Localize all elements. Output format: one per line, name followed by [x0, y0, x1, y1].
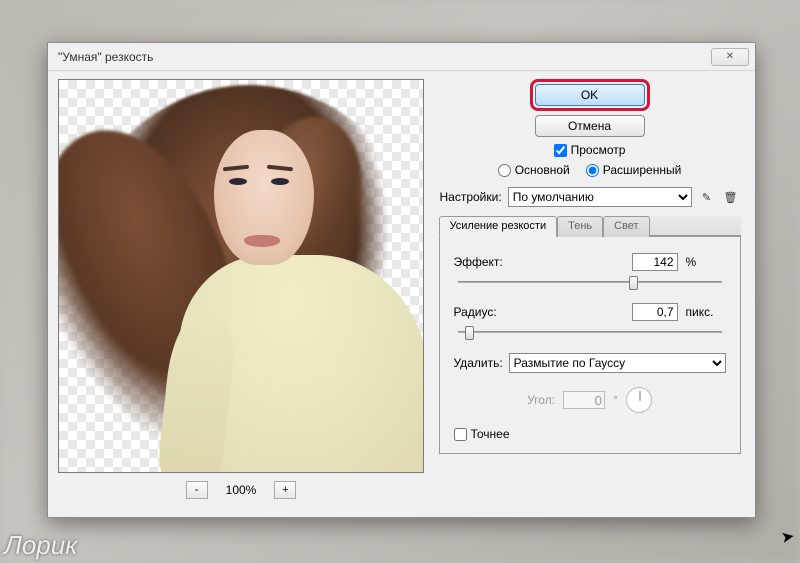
close-icon: ✕: [726, 51, 734, 62]
minus-icon: -: [195, 484, 199, 496]
slider-track: [458, 281, 722, 283]
amount-unit: %: [686, 255, 726, 269]
dialog-body: - 100% + OK Отмена Просмотр: [48, 71, 755, 517]
cancel-button-label: Отмена: [568, 119, 611, 133]
slider-track: [458, 331, 722, 333]
mode-basic-radio[interactable]: [498, 164, 511, 177]
radius-row: Радиус: пикс.: [454, 303, 726, 321]
tab-highlight[interactable]: Свет: [603, 216, 649, 237]
trash-icon: 🗑: [724, 191, 738, 204]
tab-bar: Усиление резкости Тень Свет: [439, 215, 741, 237]
angle-label: Угол:: [527, 393, 555, 407]
tab-fill: [650, 215, 741, 236]
remove-dropdown[interactable]: Размытие по Гауссу: [509, 353, 726, 373]
amount-row: Эффект: %: [454, 253, 726, 271]
tab-content-sharpen: Эффект: % Радиус: пикс.: [439, 237, 741, 454]
ok-button[interactable]: OK: [535, 84, 645, 106]
amount-label: Эффект:: [454, 255, 526, 269]
titlebar[interactable]: "Умная" резкость ✕: [48, 43, 755, 71]
mode-basic-label: Основной: [515, 163, 570, 177]
ok-button-highlight: OK: [530, 79, 650, 111]
tab-highlight-label: Свет: [614, 220, 638, 232]
accurate-checkbox[interactable]: [454, 428, 467, 441]
tab-shadow-label: Тень: [568, 220, 592, 232]
save-preset-button[interactable]: ✎: [698, 188, 716, 206]
radius-slider-thumb[interactable]: [465, 326, 474, 340]
angle-row: Угол: °: [454, 387, 726, 413]
settings-row: Настройки: По умолчанию ✎ 🗑: [440, 187, 740, 207]
amount-slider-thumb[interactable]: [629, 276, 638, 290]
preview-checkbox-row[interactable]: Просмотр: [554, 143, 626, 157]
angle-input: [563, 391, 605, 409]
angle-dial: [626, 387, 652, 413]
zoom-bar: - 100% +: [58, 477, 424, 503]
mode-radio-group: Основной Расширенный: [498, 163, 682, 177]
mode-advanced[interactable]: Расширенный: [586, 163, 682, 177]
amount-slider[interactable]: [458, 275, 722, 289]
radius-unit: пикс.: [686, 305, 726, 319]
preview-checkbox[interactable]: [554, 144, 567, 157]
cancel-button[interactable]: Отмена: [535, 115, 645, 137]
angle-unit: °: [613, 393, 618, 407]
controls-pane: OK Отмена Просмотр Основной Расширенный: [434, 79, 745, 509]
zoom-in-button[interactable]: +: [274, 481, 296, 499]
cursor-icon: ➤: [779, 526, 796, 548]
preview-pane: - 100% +: [58, 79, 424, 509]
preview-checkbox-label: Просмотр: [571, 143, 626, 157]
amount-input[interactable]: [632, 253, 678, 271]
settings-label: Настройки:: [440, 190, 502, 204]
tab-shadow[interactable]: Тень: [557, 216, 603, 237]
accurate-row[interactable]: Точнее: [454, 427, 726, 441]
plus-icon: +: [282, 484, 288, 496]
save-preset-icon: ✎: [702, 191, 711, 204]
accurate-label: Точнее: [471, 427, 510, 441]
remove-row: Удалить: Размытие по Гауссу: [454, 353, 726, 373]
radius-input[interactable]: [632, 303, 678, 321]
remove-label: Удалить:: [454, 356, 503, 370]
tab-sharpen-label: Усиление резкости: [450, 220, 547, 232]
preview-subject: [69, 80, 423, 472]
mode-advanced-label: Расширенный: [603, 163, 682, 177]
zoom-out-button[interactable]: -: [186, 481, 208, 499]
watermark: Лорик: [4, 530, 77, 561]
settings-dropdown[interactable]: По умолчанию: [508, 187, 692, 207]
radius-label: Радиус:: [454, 305, 526, 319]
tab-sharpen[interactable]: Усиление резкости: [439, 216, 558, 237]
zoom-level: 100%: [226, 483, 257, 497]
radius-slider[interactable]: [458, 325, 722, 339]
ok-button-label: OK: [581, 88, 598, 102]
window-close-button[interactable]: ✕: [711, 48, 749, 66]
mode-advanced-radio[interactable]: [586, 164, 599, 177]
delete-preset-button[interactable]: 🗑: [722, 188, 740, 206]
mode-basic[interactable]: Основной: [498, 163, 570, 177]
preview-image[interactable]: [58, 79, 424, 473]
smart-sharpen-dialog: "Умная" резкость ✕ -: [47, 42, 756, 518]
window-title: "Умная" резкость: [58, 50, 153, 64]
